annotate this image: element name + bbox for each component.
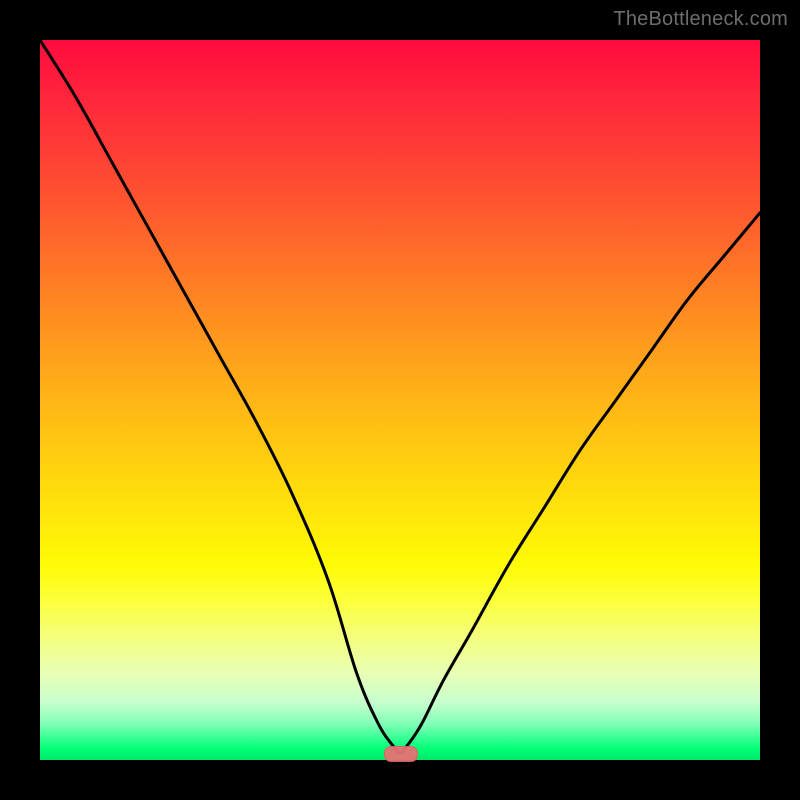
curve-svg [40,40,760,760]
plot-area [40,40,760,760]
watermark-text: TheBottleneck.com [613,8,788,31]
optimum-marker [384,746,418,762]
bottleneck-curve [40,40,760,753]
chart-container: TheBottleneck.com [0,0,800,800]
